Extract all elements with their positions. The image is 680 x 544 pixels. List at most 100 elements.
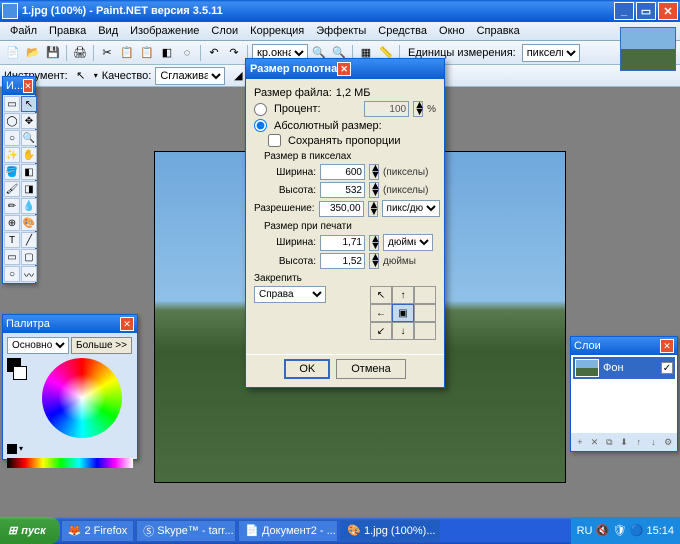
tool-clone[interactable]: ⊕: [4, 215, 20, 231]
new-icon[interactable]: 📄: [4, 44, 22, 62]
tool-ellipse[interactable]: ○: [4, 266, 20, 282]
tool-ellipse-select[interactable]: ○: [4, 130, 20, 146]
save-icon[interactable]: 💾: [44, 44, 62, 62]
menu-image[interactable]: Изображение: [124, 23, 205, 39]
merge-layer-icon[interactable]: ⬇: [617, 435, 631, 449]
cut-icon[interactable]: ✂: [98, 44, 116, 62]
width-spinner[interactable]: ▲▼: [369, 164, 379, 180]
menu-view[interactable]: Вид: [92, 23, 124, 39]
menu-help[interactable]: Справка: [471, 23, 526, 39]
tool-lasso[interactable]: ◯: [4, 113, 20, 129]
secondary-color-swatch[interactable]: [13, 366, 27, 380]
copy-icon[interactable]: 📋: [118, 44, 136, 62]
tool-recolor[interactable]: 🎨: [21, 215, 37, 231]
crop-icon[interactable]: ◧: [158, 44, 176, 62]
width-input[interactable]: [320, 164, 365, 180]
duplicate-layer-icon[interactable]: ⧉: [602, 435, 616, 449]
tool-gradient[interactable]: ◧: [21, 164, 37, 180]
add-layer-icon[interactable]: +: [573, 435, 587, 449]
pheight-input[interactable]: [320, 253, 365, 269]
layer-properties-icon[interactable]: ⚙: [661, 435, 675, 449]
anchor-ne[interactable]: [414, 286, 436, 304]
anchor-n[interactable]: ↑: [392, 286, 414, 304]
anchor-w[interactable]: ←: [370, 304, 392, 322]
task-firefox[interactable]: 🦊2 Firefox: [61, 520, 135, 542]
anchor-sw[interactable]: ↙: [370, 322, 392, 340]
height-spinner[interactable]: ▲▼: [369, 182, 379, 198]
pwidth-input[interactable]: [320, 235, 365, 251]
undo-icon[interactable]: ↶: [205, 44, 223, 62]
layer-item[interactable]: Фон ✓: [573, 357, 675, 379]
tool-brush[interactable]: 🖌: [4, 181, 20, 197]
tray-icon-2[interactable]: 🛡: [612, 524, 626, 538]
task-skype[interactable]: ⓈSkype™ - tarr...: [136, 520, 236, 542]
image-thumbnail[interactable]: [620, 27, 676, 71]
height-input[interactable]: [320, 182, 365, 198]
cancel-button[interactable]: Отмена: [336, 359, 405, 379]
print-unit-select[interactable]: дюймы: [383, 234, 433, 251]
tool-picker[interactable]: 💧: [21, 198, 37, 214]
color-wheel[interactable]: [42, 358, 122, 438]
colors-close-icon[interactable]: ✕: [120, 317, 134, 331]
tools-close-icon[interactable]: ✕: [23, 79, 33, 93]
layer-visibility-checkbox[interactable]: ✓: [661, 362, 673, 374]
tray-icon-1[interactable]: 🔇: [595, 524, 609, 538]
anchor-select[interactable]: Справа: [254, 286, 326, 303]
maximize-button[interactable]: ▭: [636, 2, 656, 20]
start-button[interactable]: ⊞ пуск: [0, 517, 60, 544]
pwidth-spinner[interactable]: ▲▼: [369, 235, 379, 251]
absolute-radio[interactable]: [254, 119, 267, 132]
tray-clock[interactable]: 15:14: [646, 525, 674, 537]
resolution-unit-select[interactable]: пикс/дюйм: [382, 200, 440, 217]
tool-rounded-rect[interactable]: ▢: [21, 249, 37, 265]
move-up-icon[interactable]: ↑: [632, 435, 646, 449]
print-icon[interactable]: 🖨: [71, 44, 89, 62]
color-mode-select[interactable]: Основной: [7, 337, 69, 354]
tool-pencil[interactable]: ✏: [4, 198, 20, 214]
deselect-icon[interactable]: ◌: [178, 44, 196, 62]
dialog-close-icon[interactable]: ✕: [337, 62, 351, 76]
resolution-spinner[interactable]: ▲▼: [368, 201, 378, 217]
tool-eraser[interactable]: ◨: [21, 181, 37, 197]
tool-pan[interactable]: ✋: [21, 147, 37, 163]
task-document[interactable]: 📄Документ2 - ...: [238, 520, 338, 542]
tool-text[interactable]: T: [4, 232, 20, 248]
pheight-spinner[interactable]: ▲▼: [369, 253, 379, 269]
open-icon[interactable]: 📂: [24, 44, 42, 62]
tool-freeform[interactable]: 〰: [21, 266, 37, 282]
tool-magic-wand[interactable]: ✨: [4, 147, 20, 163]
percent-radio[interactable]: [254, 103, 267, 116]
tool-line[interactable]: ╱: [21, 232, 37, 248]
anchor-se[interactable]: [414, 322, 436, 340]
swap-colors-icon[interactable]: [7, 444, 17, 454]
minimize-button[interactable]: _: [614, 2, 634, 20]
tool-rect-select[interactable]: ▭: [4, 96, 20, 112]
anchor-c[interactable]: ▣: [392, 304, 414, 322]
menu-tools[interactable]: Средства: [372, 23, 433, 39]
menu-file[interactable]: Файл: [4, 23, 43, 39]
ok-button[interactable]: OK: [284, 359, 330, 379]
tool-move[interactable]: ↖: [21, 96, 37, 112]
tool-zoom[interactable]: 🔍: [21, 130, 37, 146]
units-select[interactable]: пикселы: [522, 44, 580, 62]
menu-adjustments[interactable]: Коррекция: [244, 23, 310, 39]
anchor-s[interactable]: ↓: [392, 322, 414, 340]
tray-icon-3[interactable]: 🔵: [629, 524, 643, 538]
resolution-input[interactable]: [319, 201, 364, 217]
layers-close-icon[interactable]: ✕: [660, 339, 674, 353]
more-colors-button[interactable]: Больше >>: [71, 337, 132, 354]
menu-window[interactable]: Окно: [433, 23, 471, 39]
current-tool-icon[interactable]: ↖: [72, 67, 90, 85]
paste-icon[interactable]: 📋: [138, 44, 156, 62]
menu-layers[interactable]: Слои: [205, 23, 244, 39]
anchor-e[interactable]: [414, 304, 436, 322]
keep-ratio-checkbox[interactable]: [268, 134, 281, 147]
menu-edit[interactable]: Правка: [43, 23, 92, 39]
menu-effects[interactable]: Эффекты: [310, 23, 372, 39]
close-button[interactable]: ✕: [658, 2, 678, 20]
anchor-nw[interactable]: ↖: [370, 286, 392, 304]
redo-icon[interactable]: ↷: [225, 44, 243, 62]
tray-lang[interactable]: RU: [577, 525, 593, 537]
quality-select[interactable]: Сглажива...: [155, 67, 225, 85]
tool-rect[interactable]: ▭: [4, 249, 20, 265]
